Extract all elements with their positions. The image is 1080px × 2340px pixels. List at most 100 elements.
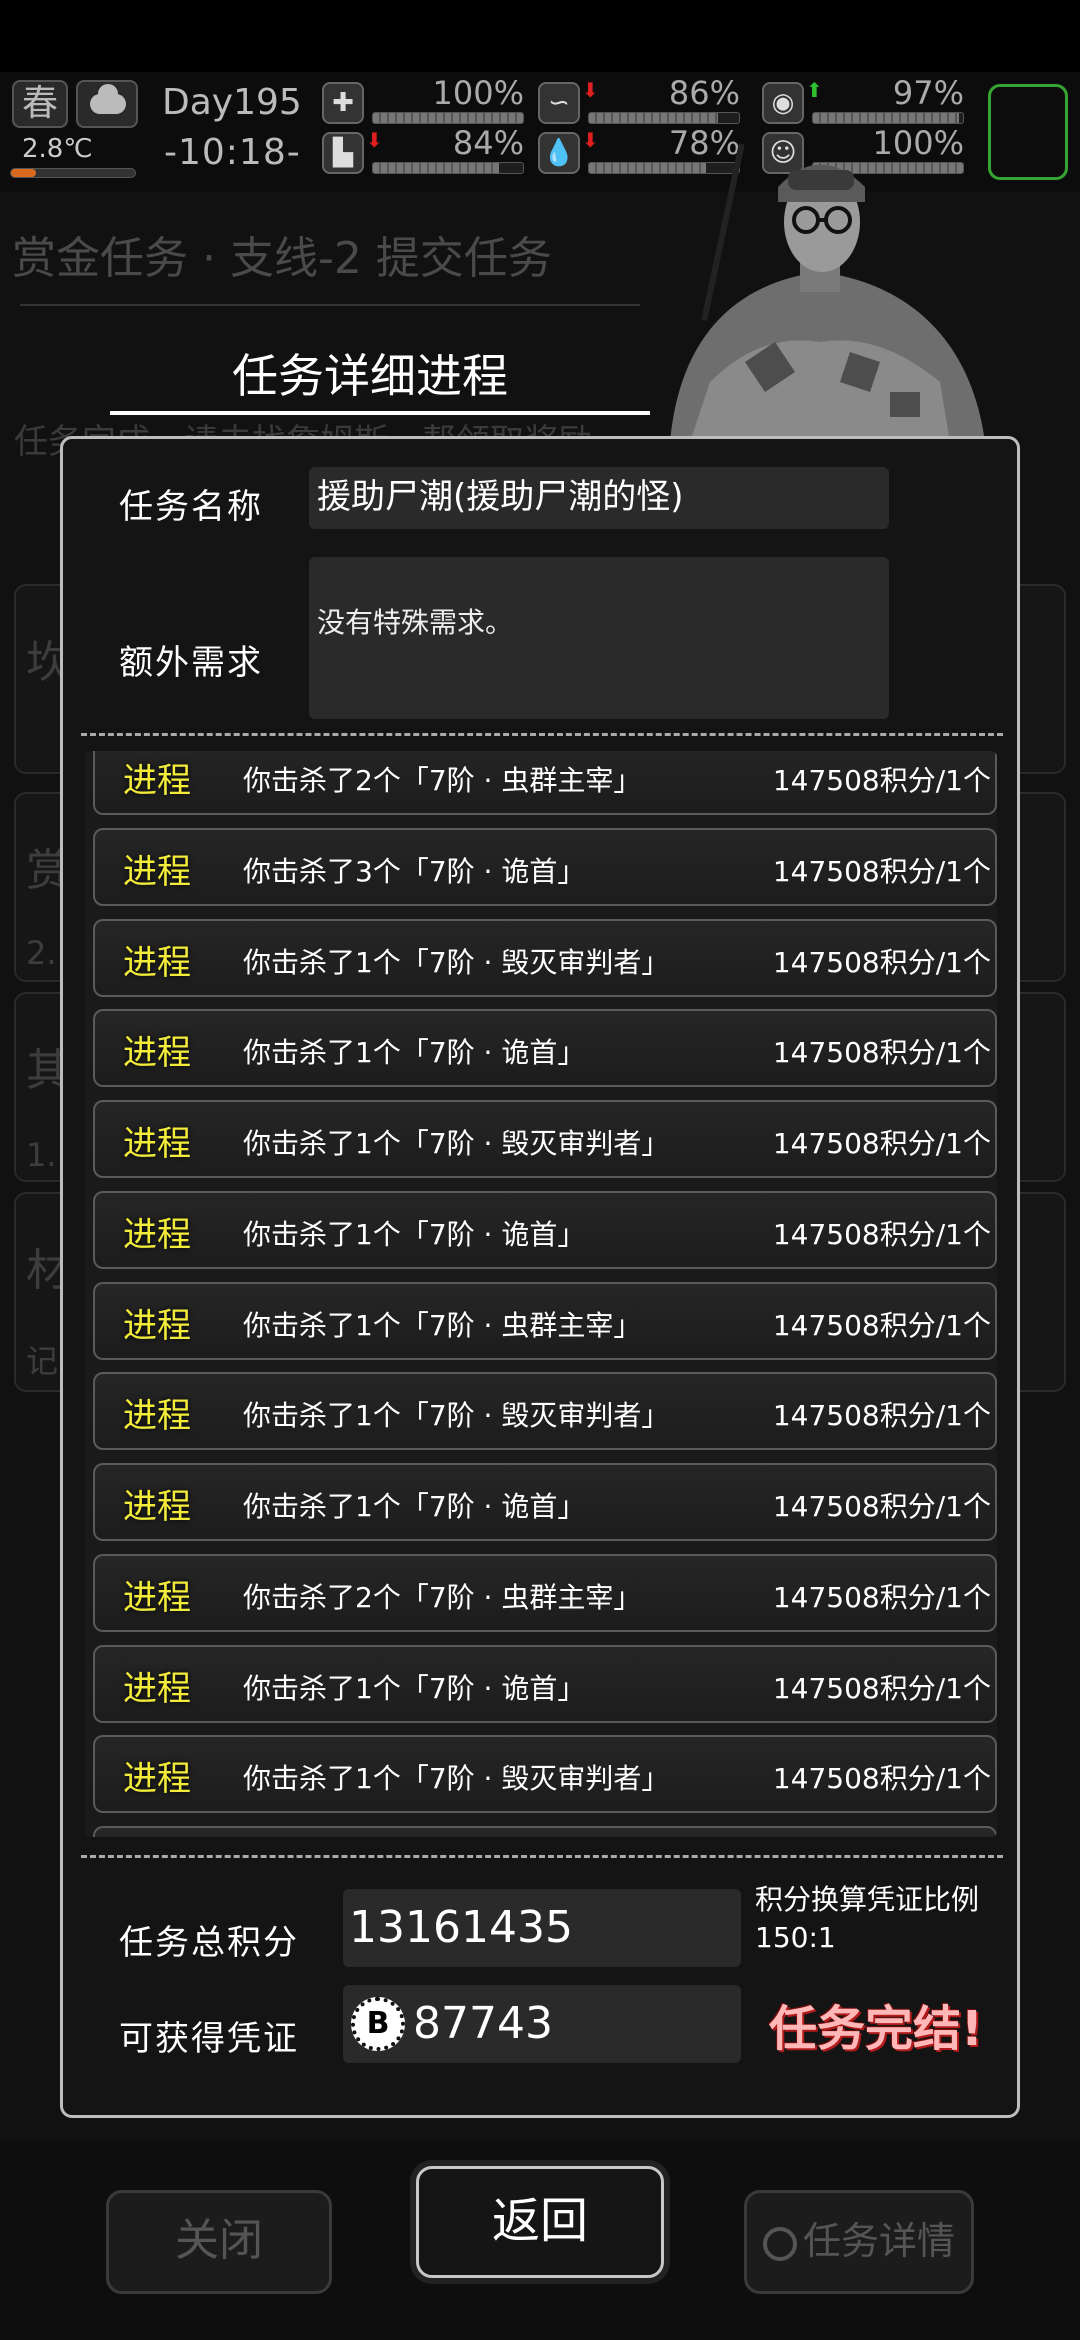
points-per-kill: 147508积分/1个: [772, 1490, 991, 1523]
progress-row: 进程你击杀了1个「7阶 · 虫群主宰」147508积分/1个: [93, 1826, 997, 1837]
trend-arrow-icon: ⬇: [582, 78, 599, 102]
medkit-icon: ✚: [322, 82, 364, 124]
title-divider: [20, 304, 640, 306]
season-indicator: 春: [12, 80, 68, 128]
divider: [81, 733, 1003, 736]
progress-tag: 进程: [123, 761, 191, 801]
back-button[interactable]: 返回: [416, 2166, 664, 2278]
points-per-kill: 147508积分/1个: [772, 1036, 991, 1070]
points-per-kill: 147508积分/1个: [772, 1127, 991, 1160]
progress-tag: 进程: [123, 1214, 191, 1255]
game-clock: -10:18-: [164, 132, 301, 173]
kill-description: 你击杀了1个「7阶 · 诡首」: [243, 1671, 586, 1705]
progress-tag: 进程: [123, 1396, 191, 1437]
stat-stomach: ∽ ⬇ 86%: [538, 74, 748, 128]
kill-description: 你击杀了1个「7阶 · 毁灭审判者」: [243, 1399, 670, 1433]
conversion-ratio-value: 150:1: [755, 1921, 836, 1954]
voucher-field: B 87743: [343, 1985, 741, 2063]
points-per-kill: 147508积分/1个: [772, 1217, 991, 1251]
task-detail-label: 任务详情: [802, 2219, 955, 2263]
progress-row: 进程 你击杀了1个「7阶 · 虫群主宰」 147508积分/1个: [93, 1281, 997, 1360]
progress-row: 进程 你击杀了2个「7阶 · 虫群主宰」 147508积分/1个: [93, 1553, 997, 1632]
kill-description: 你击杀了1个「7阶 · 诡首」: [243, 1036, 586, 1070]
task-detail-button[interactable]: 任务详情: [744, 2190, 974, 2294]
title-ornament: [110, 411, 650, 415]
conversion-ratio: 积分换算凭证比例 150:1: [755, 1881, 1005, 1957]
progress-tag: 进程: [123, 851, 191, 892]
cloud-icon: [76, 80, 138, 128]
stat-value: 100%: [432, 74, 524, 112]
soldier-portrait: [670, 143, 985, 442]
kill-description: 你击杀了1个「7阶 · 毁灭审判者」: [243, 1127, 670, 1160]
progress-row: 进程 你击杀了2个「7阶 · 虫群主宰」 147508积分/1个: [93, 751, 997, 815]
modal-title: 任务详细进程: [232, 349, 508, 403]
progress-tag: 进程: [123, 1033, 191, 1074]
points-per-kill: 147508积分/1个: [772, 1308, 991, 1342]
mask-icon: ◉: [762, 82, 804, 124]
coin-icon: B: [351, 1997, 405, 2051]
trend-arrow-icon: ⬆: [806, 78, 823, 102]
conversion-ratio-label: 积分换算凭证比例: [755, 1883, 980, 1916]
progress-list[interactable]: 进程 你击杀了2个「7阶 · 虫群主宰」 147508积分/1个 进程 你击杀了3个「7…: [85, 751, 997, 1837]
trend-arrow-icon: ⬇: [366, 128, 383, 152]
progress-tag: 进程: [123, 1487, 191, 1527]
progress-tag: 进程: [123, 1577, 191, 1618]
kill-description: 你击杀了2个「7阶 · 虫群主宰」: [243, 764, 642, 797]
progress-tag: 进程: [123, 1305, 191, 1346]
stat-value: 84%: [452, 124, 524, 162]
extra-requirement-value: 没有特殊需求。: [309, 557, 889, 719]
stomach-icon: ∽: [538, 82, 580, 124]
task-name-value: 援助尸潮(援助尸潮的怪): [309, 467, 889, 529]
points-per-kill: 147508积分/1个: [772, 764, 991, 797]
progress-row: 进程 你击杀了1个「7阶 · 毁灭审判者」 147508积分/1个: [93, 1372, 997, 1451]
points-per-kill: 147508积分/1个: [772, 854, 991, 888]
task-complete-stamp: 任务完结!: [769, 2001, 983, 2057]
kill-description: 你击杀了2个「7阶 · 虫群主宰」: [243, 1580, 642, 1614]
stat-bar: [588, 112, 740, 124]
stat-value: 86%: [668, 74, 740, 112]
progress-row: 进程 你击杀了1个「7阶 · 诡首」 147508积分/1个: [93, 1644, 997, 1723]
boot-icon: ▙: [322, 132, 364, 174]
progress-tag: 进程: [123, 942, 191, 983]
points-per-kill: 147508积分/1个: [772, 945, 991, 979]
progress-row: 进程 你击杀了1个「7阶 · 毁灭审判者」 147508积分/1个: [93, 1735, 997, 1814]
stat-mask: ◉ ⬆ 97%: [762, 74, 972, 128]
progress-row: 进程 你击杀了1个「7阶 · 诡首」 147508积分/1个: [93, 1463, 997, 1541]
stat-bar: [372, 112, 524, 124]
trend-arrow-icon: ⬇: [582, 128, 599, 152]
quest-page-title: 赏金任务 · 支线-2 提交任务: [12, 233, 552, 284]
extra-requirement-label: 额外需求: [119, 643, 263, 683]
progress-tag: 进程: [123, 1759, 191, 1800]
stat-bar: [812, 112, 964, 124]
character-slot[interactable]: [988, 84, 1068, 180]
stat-bar: [372, 162, 524, 174]
kill-description: 你击杀了1个「7阶 · 毁灭审判者」: [243, 1762, 670, 1796]
kill-description: 你击杀了3个「7阶 · 诡首」: [243, 854, 586, 888]
task-name-label: 任务名称: [119, 487, 263, 527]
temperature-bar: [10, 168, 136, 178]
progress-tag: 进程: [123, 1124, 191, 1164]
stat-boot: ▙ ⬇ 84%: [322, 124, 532, 178]
progress-row: 进程 你击杀了1个「7阶 · 诡首」 147508积分/1个: [93, 1190, 997, 1269]
progress-row: 进程 你击杀了1个「7阶 · 诡首」 147508积分/1个: [93, 1009, 997, 1088]
kill-description: 你击杀了1个「7阶 · 毁灭审判者」: [243, 945, 670, 979]
points-per-kill: 147508积分/1个: [772, 1762, 991, 1796]
progress-row: 进程 你击杀了1个「7阶 · 毁灭审判者」 147508积分/1个: [93, 1100, 997, 1178]
total-points-label: 任务总积分: [119, 1923, 299, 1963]
stat-value: 97%: [892, 74, 964, 112]
temperature-text: 2.8℃: [22, 134, 93, 164]
magnifier-icon: [762, 2226, 797, 2261]
task-detail-modal: 任务名称 援助尸潮(援助尸潮的怪) 额外需求 没有特殊需求。 进程你击杀了2个「…: [60, 436, 1020, 2118]
points-per-kill: 147508积分/1个: [772, 1580, 991, 1614]
progress-tag: 进程: [123, 1668, 191, 1709]
progress-row: 进程 你击杀了1个「7阶 · 毁灭审判者」 147508积分/1个: [93, 918, 997, 997]
total-points-value: 13161435: [343, 1889, 741, 1967]
kill-description: 你击杀了1个「7阶 · 虫群主宰」: [243, 1308, 642, 1342]
points-per-kill: 147508积分/1个: [772, 1671, 991, 1705]
close-button[interactable]: 关闭: [106, 2190, 332, 2294]
divider: [81, 1855, 1003, 1858]
voucher-value: 87743: [413, 1998, 553, 2049]
voucher-label: 可获得凭证: [119, 2019, 299, 2059]
day-counter: Day195: [162, 82, 302, 123]
stat-medkit: ✚ 100%: [322, 74, 532, 128]
